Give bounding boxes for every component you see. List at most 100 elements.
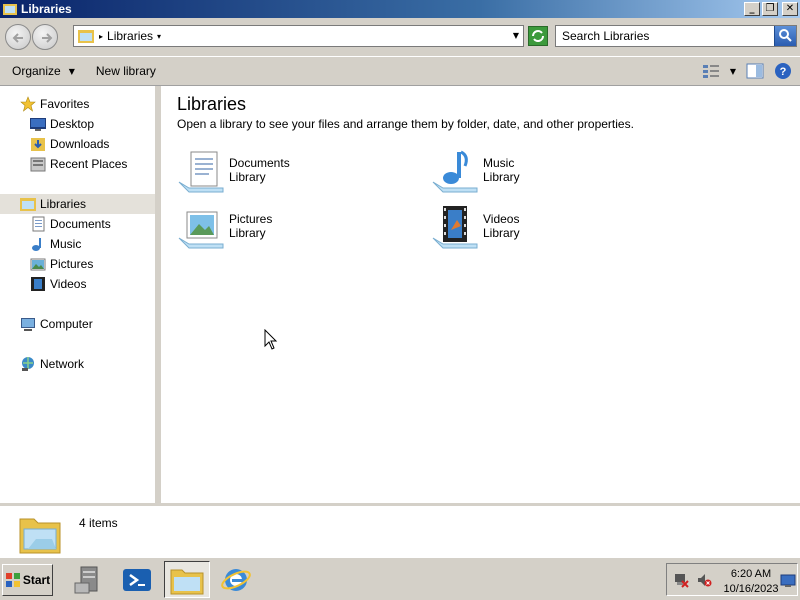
- volume-muted-icon[interactable]: [696, 572, 712, 588]
- back-arrow-icon: [12, 33, 23, 43]
- address-bar[interactable]: ▸ Libraries ▾ ▼: [73, 25, 524, 47]
- refresh-button[interactable]: [528, 26, 548, 46]
- minimize-button[interactable]: _: [744, 2, 760, 16]
- nav-item-favorites[interactable]: Favorites: [20, 94, 89, 114]
- library-name: Videos: [483, 212, 520, 226]
- library-documents[interactable]: Documents Library: [177, 148, 290, 196]
- explorer-folder-icon: [170, 569, 204, 594]
- search-button[interactable]: [774, 26, 796, 46]
- library-type: Library: [229, 226, 266, 240]
- libraries-folder-icon: [3, 4, 17, 15]
- nav-item-pictures[interactable]: Pictures: [30, 254, 93, 274]
- libraries-folder-icon: [19, 518, 61, 554]
- nav-item-desktop[interactable]: Desktop: [30, 114, 94, 134]
- details-pane: 4 items: [0, 503, 800, 557]
- nav-item-music[interactable]: Music: [30, 234, 81, 254]
- clock-date: 10/16/2023: [723, 583, 779, 595]
- server-manager-icon: [74, 566, 98, 593]
- taskbar-explorer[interactable]: [164, 561, 210, 598]
- library-music[interactable]: Music Library: [431, 148, 520, 196]
- nav-label-music: Music: [50, 237, 82, 251]
- clock-time: 6:20 AM: [730, 568, 772, 580]
- nav-label-desktop: Desktop: [50, 117, 95, 131]
- close-button[interactable]: ✕: [782, 2, 798, 16]
- library-videos[interactable]: Videos Library: [431, 204, 520, 252]
- item-count: 4 items: [79, 516, 118, 530]
- views-icon[interactable]: [702, 62, 720, 80]
- nav-label-recent-places: Recent Places: [50, 157, 128, 171]
- start-button[interactable]: Start: [2, 564, 53, 596]
- nav-item-documents[interactable]: Documents: [30, 214, 111, 234]
- breadcrumb-chevron-icon[interactable]: ▾: [157, 32, 161, 41]
- page-title: Libraries: [177, 94, 247, 114]
- nav-item-network[interactable]: Network: [20, 354, 84, 374]
- network-status-icon[interactable]: [673, 572, 689, 588]
- page-subtitle: Open a library to see your files and arr…: [177, 117, 634, 131]
- library-type: Library: [483, 170, 520, 184]
- pictures-library-icon: [178, 211, 224, 249]
- music-icon: [32, 238, 41, 251]
- address-row: ▸ Libraries ▾ ▼: [0, 18, 800, 54]
- taskbar-powershell[interactable]: [114, 561, 160, 598]
- nav-item-libraries[interactable]: Libraries: [20, 194, 86, 214]
- navigation-pane: Favorites Desktop Downloads Recent Place…: [0, 86, 158, 503]
- breadcrumb-libraries[interactable]: Libraries: [107, 29, 153, 43]
- documents-icon: [32, 216, 45, 232]
- forward-arrow-icon: [42, 33, 53, 43]
- show-desktop-icon[interactable]: [780, 572, 796, 588]
- library-type: Library: [229, 170, 266, 184]
- mouse-cursor-icon: [264, 329, 278, 350]
- star-icon: [20, 96, 36, 112]
- forward-button[interactable]: [32, 24, 58, 50]
- command-bar: Organize ▼ New library ▼ ?: [0, 56, 800, 86]
- nav-item-recent-places[interactable]: Recent Places: [30, 154, 127, 174]
- new-library-button[interactable]: New library: [84, 64, 165, 78]
- nav-item-downloads[interactable]: Downloads: [30, 134, 109, 154]
- recent-places-icon: [30, 157, 46, 172]
- library-type: Library: [483, 226, 520, 240]
- nav-label-pictures: Pictures: [50, 257, 94, 271]
- search-icon: [779, 29, 792, 42]
- taskbar: Start 6:20 AM 10/16/2023: [0, 557, 800, 600]
- desktop-icon: [30, 118, 46, 131]
- nav-label-downloads: Downloads: [50, 137, 110, 151]
- nav-label-libraries: Libraries: [40, 197, 87, 211]
- svg-text:?: ?: [780, 66, 787, 78]
- library-pictures[interactable]: Pictures Library: [177, 204, 272, 252]
- search-input[interactable]: [556, 29, 774, 43]
- taskbar-internet-explorer[interactable]: [213, 561, 259, 598]
- clock[interactable]: 6:20 AM 10/16/2023: [723, 567, 779, 597]
- title-bar: Libraries _ ❐ ✕: [0, 0, 800, 18]
- nav-label-favorites: Favorites: [40, 97, 90, 111]
- help-icon[interactable]: ?: [774, 62, 792, 80]
- library-name: Pictures: [229, 212, 273, 226]
- preview-pane-icon[interactable]: [746, 62, 764, 80]
- nav-item-videos[interactable]: Videos: [30, 274, 86, 294]
- chevron-down-icon: ▼: [68, 66, 75, 76]
- search-box[interactable]: [555, 25, 797, 47]
- computer-icon: [21, 318, 35, 331]
- nav-label-computer: Computer: [40, 317, 93, 331]
- start-label: Start: [22, 573, 51, 587]
- powershell-icon: [123, 568, 151, 591]
- nav-item-computer[interactable]: Computer: [20, 314, 93, 334]
- refresh-icon: [532, 30, 544, 42]
- system-tray: 6:20 AM 10/16/2023: [666, 563, 798, 596]
- music-library-icon: [432, 150, 478, 193]
- taskbar-server-manager[interactable]: [66, 561, 112, 598]
- address-dropdown-icon[interactable]: ▼: [513, 31, 519, 40]
- windows-logo-icon: [5, 573, 20, 587]
- content-pane: Libraries Open a library to see your fil…: [161, 86, 800, 503]
- organize-menu[interactable]: Organize ▼: [0, 64, 84, 78]
- downloads-icon: [31, 138, 45, 151]
- library-name: Documents: [229, 156, 290, 170]
- window-title: Libraries: [21, 2, 72, 16]
- documents-library-icon: [178, 151, 224, 193]
- maximize-button[interactable]: ❐: [762, 2, 778, 16]
- breadcrumb-arrow-icon[interactable]: ▸: [99, 32, 103, 41]
- nav-label-network: Network: [40, 357, 85, 371]
- new-library-label: New library: [95, 64, 156, 78]
- library-name: Music: [483, 156, 515, 170]
- views-dropdown-icon[interactable]: ▼: [730, 67, 736, 76]
- back-button[interactable]: [5, 24, 31, 50]
